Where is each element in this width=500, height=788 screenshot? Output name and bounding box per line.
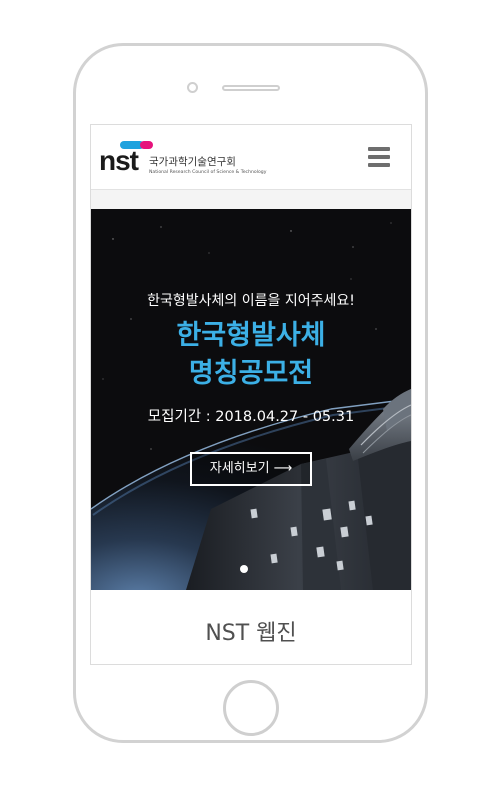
hero-banner: 한국형발사체의 이름을 지어주세요! 한국형발사체 명칭공모전 모집기간 : 2… <box>91 209 411 590</box>
banner-period: 모집기간 : 2018.04.27 - 05.31 <box>147 409 355 425</box>
section-title: NST 웹진 <box>205 621 297 646</box>
phone-screen: nst 국가과학기술연구회 National Research Council … <box>90 124 412 665</box>
menu-bar <box>368 147 390 151</box>
banner-space-illustration <box>91 209 411 590</box>
menu-bar <box>368 163 390 167</box>
view-details-button[interactable]: 자세히보기 ⟶ <box>190 452 312 486</box>
home-button[interactable] <box>223 680 279 736</box>
banner-title-line2: 명칭공모전 <box>188 358 314 389</box>
view-details-label: 자세히보기 <box>209 461 270 476</box>
nst-logo[interactable]: nst 국가과학기술연구회 National Research Council … <box>99 139 266 179</box>
banner-title-line1: 한국형발사체 <box>176 320 326 351</box>
slide-indicator-dot[interactable] <box>240 565 248 573</box>
site-header: nst 국가과학기술연구회 National Research Council … <box>91 125 411 190</box>
logo-pink-pill <box>140 141 153 149</box>
earpiece-speaker <box>222 85 280 91</box>
header-spacer <box>91 190 411 209</box>
front-camera <box>187 82 198 93</box>
banner-subtitle: 한국형발사체의 이름을 지어주세요! <box>147 293 355 309</box>
logo-org-name: 국가과학기술연구회 <box>149 156 236 168</box>
logo-org-name-en: National Research Council of Science & T… <box>149 170 267 175</box>
banner-title: 한국형발사체 명칭공모전 <box>91 317 411 393</box>
hamburger-menu-icon[interactable] <box>368 147 390 167</box>
menu-bar <box>368 155 390 159</box>
logo-mark: nst <box>99 145 139 176</box>
arrow-right-icon: ⟶ <box>273 461 293 476</box>
